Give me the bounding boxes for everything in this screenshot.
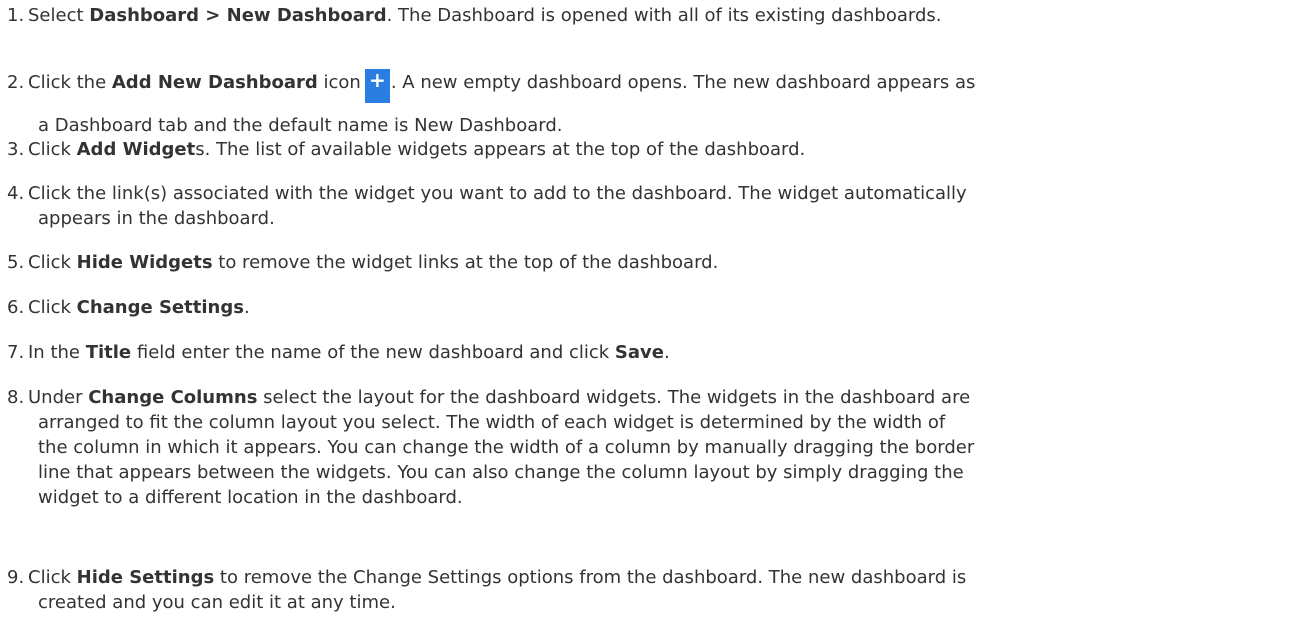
step-number: 9. [7,567,25,588]
step-text: Under Change Columns select the layout f… [28,387,975,508]
ui-label: Change Settings [76,297,244,318]
step-text: Click Hide Widgets to remove the widget … [28,252,719,273]
step-number: 8. [7,387,25,408]
step-number: 2. [7,72,25,93]
step-text: Click the link(s) associated with the wi… [28,183,967,229]
ui-label: Change Columns [88,387,258,408]
step-3: 3. Click Add Widgets. The list of availa… [0,137,1300,162]
ui-label: Hide Settings [76,567,215,588]
step-1: 1. Select Dashboard > New Dashboard. The… [0,3,1300,28]
step-text: Click Add Widgets. The list of available… [28,139,806,160]
plus-icon: + [364,69,390,103]
step-5: 5. Click Hide Widgets to remove the widg… [0,250,1300,275]
step-6: 6. Click Change Settings. [0,295,1300,320]
step-number: 7. [7,342,25,363]
ui-label: Save [614,342,664,363]
step-9: 9. Click Hide Settings to remove the Cha… [0,565,1300,615]
step-8: 8. Under Change Columns select the layou… [0,385,1300,510]
step-text: Click Change Settings. [28,297,250,318]
ui-label: Add New Dashboard [111,72,318,93]
step-7: 7. In the Title field enter the name of … [0,340,1300,365]
step-2: 2. Click the Add New Dashboard icon +. A … [0,68,1300,138]
step-number: 3. [7,139,25,160]
step-number: 4. [7,183,25,204]
menu-path: Dashboard > New Dashboard [89,5,387,26]
ui-label: Add Widget [76,139,196,160]
step-4: 4. Click the link(s) associated with the… [0,181,1300,231]
ui-label: Title [85,342,132,363]
step-number: 5. [7,252,25,273]
ui-label: Hide Widgets [76,252,213,273]
step-text: Click the Add New Dashboard icon +. A new… [28,68,976,136]
step-number: 6. [7,297,25,318]
step-text: Click Hide Settings to remove the Change… [28,567,967,613]
step-text: In the Title field enter the name of the… [28,342,670,363]
step-text: Select Dashboard > New Dashboard. The Da… [28,5,942,26]
step-number: 1. [7,5,25,26]
